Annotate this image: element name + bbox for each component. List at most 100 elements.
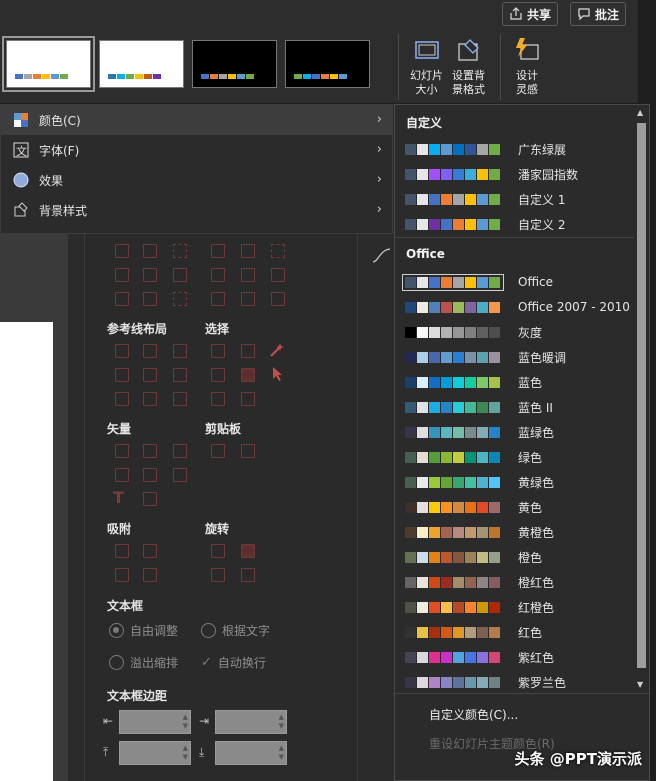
format-background-button[interactable]: 设置背 景格式 — [452, 36, 485, 97]
vector-icon[interactable] — [143, 468, 157, 482]
select-icon[interactable] — [211, 344, 225, 358]
vector-icon[interactable] — [173, 444, 187, 458]
color-scheme-item[interactable]: 红橙色 — [400, 595, 632, 619]
top-margin-input[interactable]: ▲ ▼ — [119, 741, 191, 765]
guide-icon[interactable] — [115, 344, 129, 358]
left-margin-input[interactable]: ▲ ▼ — [119, 710, 191, 734]
color-scheme-item[interactable]: 红色 — [400, 620, 632, 644]
color-scheme-item[interactable]: Office — [400, 270, 632, 294]
select-icon[interactable] — [241, 344, 255, 358]
color-scheme-item[interactable]: 橙色 — [400, 545, 632, 569]
text-tool-icon[interactable]: T — [113, 488, 124, 507]
distribute-icon[interactable] — [241, 244, 255, 258]
color-scheme-item[interactable]: 黄绿色 — [400, 470, 632, 494]
slide-canvas[interactable] — [0, 322, 53, 781]
snap-icon[interactable] — [143, 568, 157, 582]
clipboard-icon[interactable] — [211, 444, 225, 458]
guide-icon[interactable] — [173, 368, 187, 382]
color-scheme-item[interactable]: 绿色 — [400, 445, 632, 469]
color-scheme-item[interactable]: 黄色 — [400, 495, 632, 519]
share-button[interactable]: 共享 — [502, 2, 559, 26]
align-icon[interactable] — [173, 268, 187, 282]
align-icon[interactable] — [143, 292, 157, 306]
distribute-icon[interactable] — [211, 268, 225, 282]
guide-icon[interactable] — [115, 368, 129, 382]
select-icon[interactable] — [211, 368, 225, 382]
color-scheme-item[interactable]: 橙红色 — [400, 570, 632, 594]
guide-icon[interactable] — [143, 392, 157, 406]
distribute-icon[interactable] — [271, 244, 285, 258]
comments-button[interactable]: 批注 — [570, 2, 627, 26]
align-icon[interactable] — [115, 292, 129, 306]
flip-icon[interactable] — [211, 568, 225, 582]
color-scheme-item[interactable]: 潘家园指数 — [400, 162, 632, 186]
select-icon[interactable] — [241, 392, 255, 406]
color-scheme-item[interactable]: Office 2007 - 2010 — [400, 295, 632, 319]
color-scheme-item[interactable]: 紫罗兰色 — [400, 670, 632, 694]
menu-item-background-styles[interactable]: 背景样式 › — [1, 195, 392, 225]
spin-arrows-icon[interactable]: ▲ ▼ — [279, 744, 284, 762]
color-scheme-item[interactable]: 蓝色 II — [400, 395, 632, 419]
distribute-icon[interactable] — [211, 244, 225, 258]
vector-icon[interactable] — [143, 492, 157, 506]
scrollbar[interactable]: ▲ ▼ — [634, 105, 649, 693]
variant-thumbnail-2[interactable] — [99, 40, 184, 88]
slide-size-button[interactable]: 幻灯片 大小 — [410, 36, 443, 97]
snap-icon[interactable] — [115, 568, 129, 582]
customize-colors-button[interactable]: 自定义颜色(C)... — [429, 706, 518, 723]
align-icon[interactable] — [143, 244, 157, 258]
distribute-icon[interactable] — [271, 268, 285, 282]
vector-icon[interactable] — [115, 468, 129, 482]
variant-thumbnail-4[interactable] — [285, 40, 370, 88]
color-scheme-item[interactable]: 自定义 1 — [400, 187, 632, 211]
align-icon[interactable] — [115, 244, 129, 258]
menu-item-colors[interactable]: 颜色(C) › — [1, 105, 392, 135]
flip-icon[interactable] — [241, 568, 255, 582]
right-margin-input[interactable]: ▲ ▼ — [215, 710, 287, 734]
vector-icon[interactable] — [143, 444, 157, 458]
scroll-down-icon[interactable]: ▼ — [637, 680, 643, 689]
variant-thumbnail-3[interactable] — [192, 40, 277, 88]
guide-icon[interactable] — [115, 392, 129, 406]
spin-arrows-icon[interactable]: ▲ ▼ — [279, 713, 284, 731]
align-icon[interactable] — [173, 244, 187, 258]
designer-button[interactable]: 设计 灵感 — [512, 36, 542, 97]
align-icon[interactable] — [173, 292, 187, 306]
distribute-icon[interactable] — [241, 292, 255, 306]
magic-wand-icon[interactable] — [269, 342, 285, 358]
color-scheme-item[interactable]: 灰度 — [400, 320, 632, 344]
auto-wrap-option[interactable]: ✓ 自动换行 — [201, 654, 266, 671]
rotate-icon[interactable] — [211, 544, 225, 558]
scroll-up-icon[interactable]: ▲ — [637, 108, 643, 117]
guide-icon[interactable] — [173, 392, 187, 406]
spin-arrows-icon[interactable]: ▲ ▼ — [183, 713, 188, 731]
distribute-icon[interactable] — [271, 292, 285, 306]
snap-icon[interactable] — [115, 544, 129, 558]
select-icon[interactable] — [241, 368, 255, 382]
vector-icon[interactable] — [173, 468, 187, 482]
overflow-option[interactable]: 溢出缩排 — [109, 654, 178, 671]
clipboard-icon[interactable] — [241, 444, 255, 458]
align-icon[interactable] — [143, 268, 157, 282]
rotate-icon[interactable] — [241, 544, 255, 558]
vector-icon[interactable] — [115, 444, 129, 458]
color-scheme-item[interactable]: 蓝绿色 — [400, 420, 632, 444]
cursor-icon[interactable] — [271, 366, 285, 382]
guide-icon[interactable] — [143, 344, 157, 358]
menu-item-fonts[interactable]: 文 字体(F) › — [1, 135, 392, 165]
fit-text-option[interactable]: 根据文字 — [201, 622, 270, 639]
align-icon[interactable] — [115, 268, 129, 282]
select-icon[interactable] — [211, 392, 225, 406]
guide-icon[interactable] — [173, 344, 187, 358]
auto-fit-option[interactable]: 自由调整 — [109, 622, 178, 639]
color-scheme-item[interactable]: 黄橙色 — [400, 520, 632, 544]
snap-icon[interactable] — [143, 544, 157, 558]
guide-icon[interactable] — [143, 368, 157, 382]
bottom-margin-input[interactable]: ▲ ▼ — [215, 741, 287, 765]
color-scheme-item[interactable]: 紫红色 — [400, 645, 632, 669]
color-scheme-item[interactable]: 蓝色暖调 — [400, 345, 632, 369]
distribute-icon[interactable] — [211, 292, 225, 306]
color-scheme-item[interactable]: 广东绿展 — [400, 137, 632, 161]
color-scheme-item[interactable]: 自定义 2 — [400, 212, 632, 236]
color-scheme-item[interactable]: 蓝色 — [400, 370, 632, 394]
